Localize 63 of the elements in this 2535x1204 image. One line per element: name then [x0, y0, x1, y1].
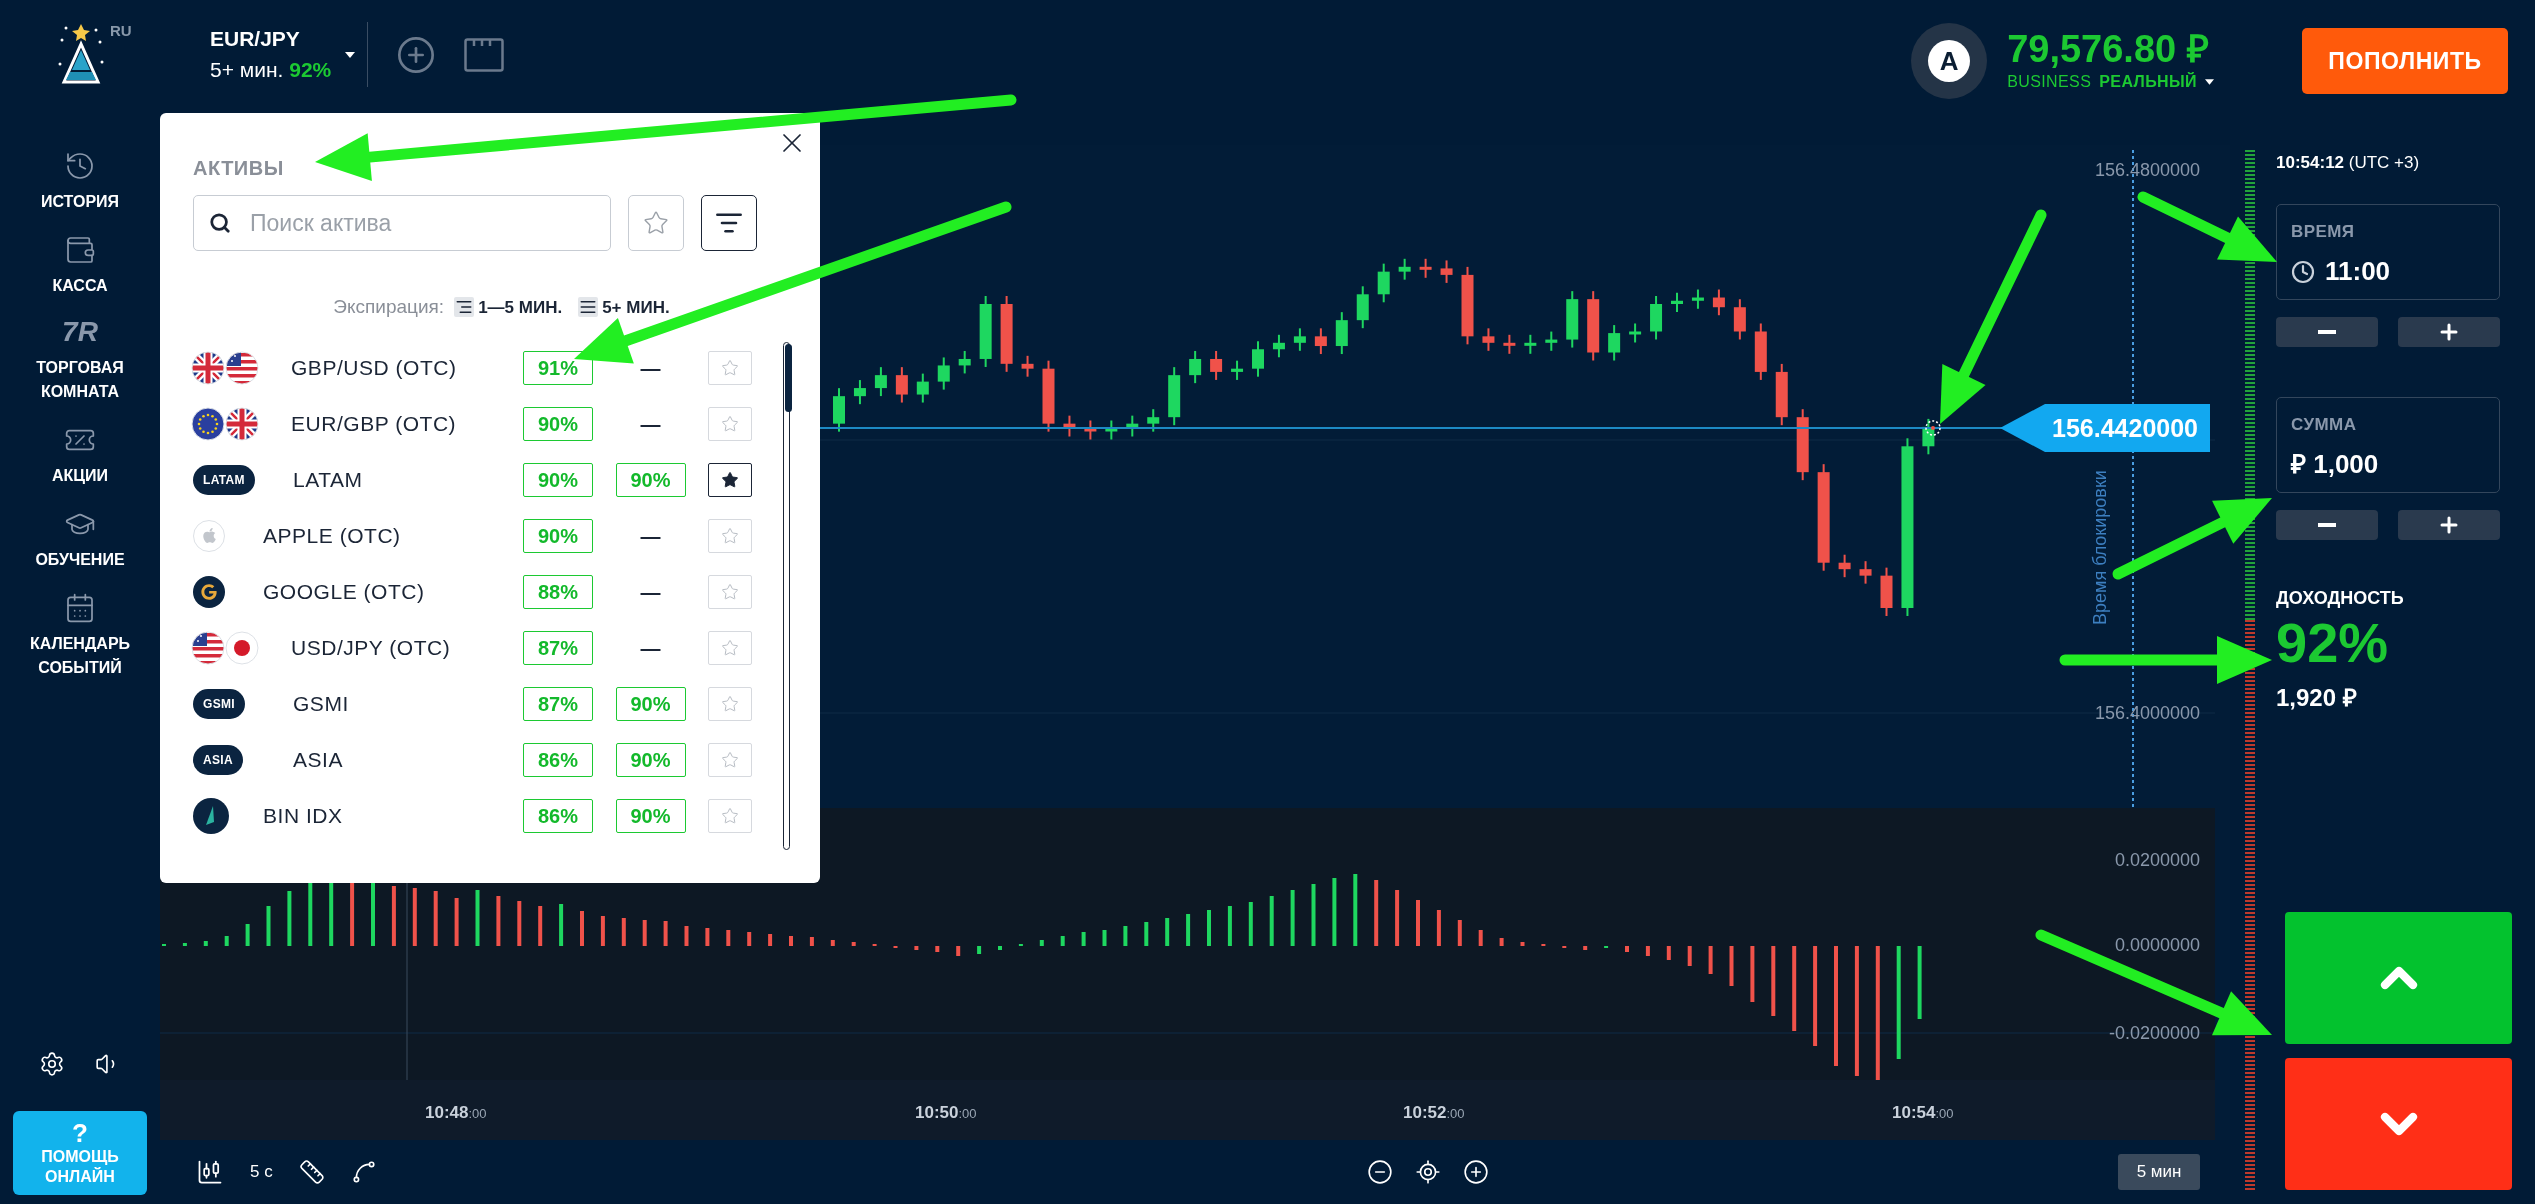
price-label: 156.4000000 [2094, 703, 2200, 723]
payout-tag: 87% [523, 630, 593, 665]
server-time: 10:54:12 (UTC +3) [2276, 152, 2421, 174]
time-label: 10:52:00 [1403, 1103, 1465, 1122]
indicator-label: -0.0200000 [2108, 1023, 2200, 1043]
payout-tag: 90% [615, 462, 686, 497]
long-expiry-label: 5+ МИН. [602, 296, 670, 319]
dash-text: — [640, 355, 661, 381]
language-label: RU [110, 21, 132, 41]
sidebar-item[interactable]: КАЛЕНДАРЬ СОБЫТИЙ [5, 592, 155, 680]
asset-badge: ASIA [193, 744, 243, 775]
time-label: 10:48:00 [425, 1103, 487, 1122]
asset-row[interactable]: GSMI GSMI 87% 90% [193, 675, 753, 732]
interval-button[interactable]: 5 с [250, 1159, 273, 1185]
payout-tag: 90% [523, 406, 593, 441]
asset-row[interactable]: LATAM LATAM 90% 90% [193, 451, 753, 508]
sidebar-item[interactable]: АКЦИИ [5, 424, 155, 488]
popup-title: АКТИВЫ [193, 156, 284, 181]
asset-row[interactable]: BIN IDX 86% 90% [193, 787, 753, 844]
dash-text: — [640, 523, 661, 549]
dash-text: — [640, 579, 661, 605]
dash-text: — [640, 411, 661, 437]
indicator-label: 0.0200000 [2114, 850, 2200, 870]
time-label: 10:54:00 [1892, 1103, 1954, 1122]
asset-row[interactable]: APPLE (OTC) 90% — [193, 507, 753, 564]
payout-tag: 86% [523, 798, 593, 833]
balance-selector[interactable]: 79,576.80 ₽ BUSINESS РЕАЛЬНЫЙ [2007, 28, 2214, 94]
short-expiry-label: 1—5 МИН. [478, 296, 563, 319]
payout-value: 92% [2276, 611, 2390, 674]
sidebar-item[interactable]: 7R ТОРГОВАЯ КОМНАТА [5, 318, 155, 404]
dash-text: — [640, 635, 661, 661]
room-logo-icon: 7R [62, 318, 98, 348]
price-tag: 156.4420000 [2000, 404, 2210, 452]
payout-tag: 88% [523, 574, 593, 609]
sidebar-item[interactable]: ОБУЧЕНИЕ [5, 508, 155, 572]
payout-tag: 90% [523, 518, 593, 553]
payout-tag: 86% [523, 742, 593, 777]
sidebar-item[interactable]: КАССА [5, 234, 155, 298]
asset-row[interactable]: EUR/GBP (OTC) 90% — [193, 395, 753, 452]
expiration-label: Экспирация: [333, 295, 445, 319]
payout-tag: 90% [615, 742, 686, 777]
amount-field[interactable]: СУММА ₽ 1,000 [2276, 396, 2500, 493]
asset-badge: GSMI [193, 688, 245, 719]
payout-tag: 90% [615, 686, 686, 721]
payout-tag: 90% [523, 462, 593, 497]
lock-time-label: Время блокировки [2090, 470, 2110, 625]
payout-tag: 87% [523, 686, 593, 721]
search-field[interactable]: Поиск актива [193, 195, 611, 251]
sidebar-item[interactable]: ИСТОРИЯ [5, 150, 155, 214]
profit-value: 1,920 ₽ [2276, 682, 2358, 713]
asset-row[interactable]: ASIA ASIA 86% 90% [193, 731, 753, 788]
asset-row[interactable]: GOOGLE (OTC) 88% — [193, 563, 753, 620]
asset-selector[interactable]: EUR/JPY 5+ мин. 92% [210, 23, 356, 86]
asset-badge: LATAM [193, 464, 255, 495]
time-label: 10:50:00 [915, 1103, 977, 1122]
asset-row[interactable]: USD/JPY (OTC) 87% — [193, 619, 753, 676]
time-field[interactable]: ВРЕМЯ 11:00 [2276, 203, 2500, 300]
timeframe-button[interactable]: 5 мин [2118, 1154, 2200, 1190]
price-label: 156.4800000 [2094, 160, 2200, 180]
payout-label: ДОХОДНОСТЬ [2276, 586, 2405, 610]
payout-tag: 90% [615, 798, 686, 833]
indicator-label: 0.0000000 [2114, 935, 2200, 955]
account-avatar[interactable]: A [1911, 23, 1988, 99]
